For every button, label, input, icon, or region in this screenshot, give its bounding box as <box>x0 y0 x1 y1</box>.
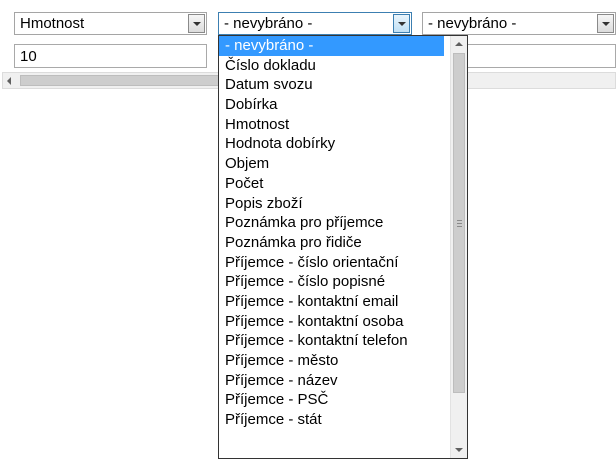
dropdown-option[interactable]: Příjemce - město <box>219 351 444 371</box>
dropdown-option[interactable]: Příjemce - číslo orientační <box>219 253 444 273</box>
dropdown-option[interactable]: Objem <box>219 154 444 174</box>
dropdown-arrow-icon[interactable] <box>188 14 205 33</box>
scroll-left-icon[interactable] <box>7 77 11 85</box>
column-select-3[interactable]: - nevybráno - <box>422 12 616 35</box>
value-input-1[interactable] <box>14 44 207 68</box>
dropdown-option[interactable]: Příjemce - číslo popisné <box>219 272 444 292</box>
dropdown-option[interactable]: Příjemce - název <box>219 371 444 391</box>
options-list: - nevybráno - Číslo dokladu Datum svozu Dob… <box>219 36 444 430</box>
dropdown-option[interactable]: Poznámka pro řidiče <box>219 233 444 253</box>
column-select-3-value: - nevybráno - <box>428 15 517 32</box>
dropdown-arrow-icon[interactable] <box>597 14 614 33</box>
horizontal-scroll-thumb[interactable] <box>20 75 220 86</box>
scroll-down-icon[interactable] <box>455 448 463 452</box>
dropdown-option[interactable]: Počet <box>219 174 444 194</box>
dropdown-option[interactable]: Poznámka pro příjemce <box>219 213 444 233</box>
dropdown-option[interactable]: Příjemce - kontaktní telefon <box>219 331 444 351</box>
dropdown-option[interactable]: Popis zboží <box>219 194 444 214</box>
dropdown-arrow-icon[interactable] <box>393 14 410 33</box>
dropdown-option[interactable]: Příjemce - kontaktní email <box>219 292 444 312</box>
column-select-2[interactable]: - nevybráno - <box>218 12 412 35</box>
dropdown-option[interactable]: - nevybráno - <box>219 36 444 56</box>
column-options-dropdown[interactable]: - nevybráno - Číslo dokladu Datum svozu Dob… <box>218 35 468 459</box>
dropdown-option[interactable]: Příjemce - kontaktní osoba <box>219 312 444 332</box>
dropdown-option[interactable]: Datum svozu <box>219 75 444 95</box>
vertical-scrollbar[interactable] <box>450 36 467 458</box>
vertical-scroll-thumb[interactable] <box>453 53 465 393</box>
dropdown-option[interactable]: Hmotnost <box>219 115 444 135</box>
dropdown-option[interactable]: Číslo dokladu <box>219 56 444 76</box>
dropdown-option[interactable]: Příjemce - PSČ <box>219 390 444 410</box>
scroll-up-icon[interactable] <box>455 42 463 46</box>
dropdown-option[interactable]: Dobírka <box>219 95 444 115</box>
dropdown-option[interactable]: Příjemce - stát <box>219 410 444 430</box>
value-input-1-field[interactable] <box>15 45 206 67</box>
column-select-2-value: - nevybráno - <box>224 15 313 32</box>
column-select-1-value: Hmotnost <box>20 15 85 32</box>
dropdown-option[interactable]: Hodnota dobírky <box>219 134 444 154</box>
column-select-1[interactable]: Hmotnost <box>14 12 207 35</box>
